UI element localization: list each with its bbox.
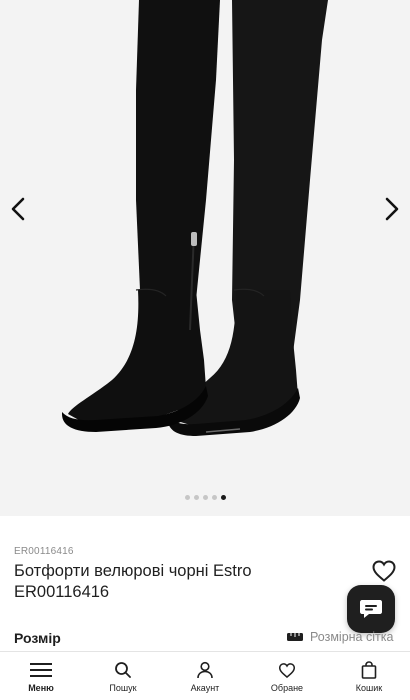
nav-search-label: Пошук xyxy=(109,683,137,693)
heart-icon xyxy=(372,560,396,582)
nav-cart-label: Кошик xyxy=(355,683,383,693)
user-icon xyxy=(197,661,213,679)
product-gallery[interactable] xyxy=(0,0,410,516)
gallery-prev-button[interactable] xyxy=(3,192,33,226)
ruler-icon xyxy=(287,633,303,641)
nav-account[interactable]: Акаунт xyxy=(164,652,246,700)
chat-button[interactable] xyxy=(347,585,395,633)
gallery-dot[interactable] xyxy=(184,495,190,500)
gallery-dot-active[interactable] xyxy=(220,495,226,500)
size-chart-link[interactable]: Розмірна сітка xyxy=(286,630,393,644)
heart-icon xyxy=(278,662,296,678)
nav-menu[interactable]: Меню xyxy=(0,652,82,700)
bottom-navigation: Меню Пошук Акаунт Обране Кошик xyxy=(0,651,410,700)
search-icon xyxy=(115,662,131,678)
gallery-dot[interactable] xyxy=(211,495,217,500)
chevron-left-icon xyxy=(11,197,25,221)
gallery-dot[interactable] xyxy=(202,495,208,500)
boot-photo xyxy=(62,0,328,436)
nav-favorites-label: Обране xyxy=(270,683,304,693)
product-title: Ботфорти велюрові чорні Estro ER00116416 xyxy=(14,562,252,601)
menu-icon xyxy=(30,663,52,677)
gallery-pagination xyxy=(0,495,410,500)
gallery-dot[interactable] xyxy=(193,495,199,500)
product-sku: ER00116416 xyxy=(14,546,74,557)
wishlist-button[interactable] xyxy=(371,559,397,583)
nav-menu-label: Меню xyxy=(28,683,54,693)
nav-favorites[interactable]: Обране xyxy=(246,652,328,700)
shopping-bag-icon xyxy=(361,661,377,679)
chevron-right-icon xyxy=(385,197,399,221)
product-page: ER00116416 Ботфорти велюрові чорні Estro… xyxy=(0,0,410,700)
nav-search[interactable]: Пошук xyxy=(82,652,164,700)
gallery-next-button[interactable] xyxy=(377,192,407,226)
size-section-label: Розмір xyxy=(14,630,61,646)
nav-cart[interactable]: Кошик xyxy=(328,652,410,700)
nav-account-label: Акаунт xyxy=(190,683,220,693)
size-chart-label: Розмірна сітка xyxy=(310,630,394,644)
chat-bubble-icon xyxy=(360,600,382,618)
